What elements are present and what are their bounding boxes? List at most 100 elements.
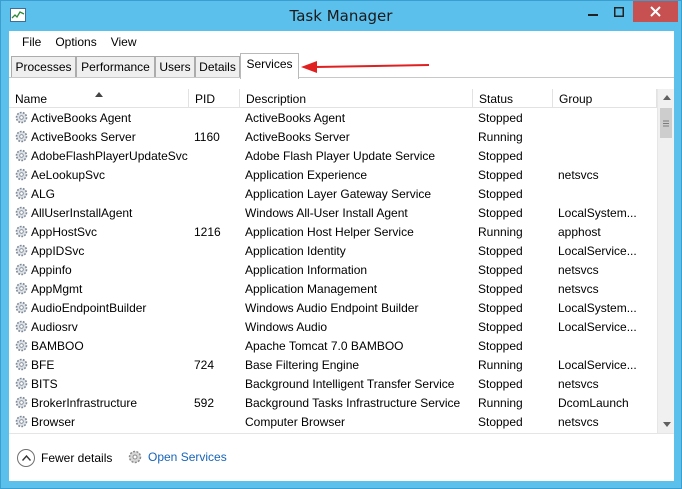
service-name: BAMBOO [31, 339, 84, 353]
table-row[interactable]: ActiveBooks Agent ActiveBooks Agent Stoppe… [9, 108, 657, 127]
service-description: Application Information [245, 263, 368, 277]
tab-processes[interactable]: Processes [11, 56, 76, 77]
service-pid [194, 317, 239, 336]
service-group [558, 336, 648, 355]
service-description: Base Filtering Engine [245, 358, 360, 372]
service-name: AdobeFlashPlayerUpdateSvc [31, 149, 188, 163]
table-row[interactable]: AeLookupSvc Application Experience Stopped… [9, 165, 657, 184]
service-name: AllUserInstallAgent [31, 206, 133, 220]
service-status: Stopped [478, 206, 523, 220]
service-group: LocalService... [558, 320, 637, 334]
column-pid[interactable]: PID [189, 89, 240, 108]
service-name: AppMgmt [31, 282, 83, 296]
service-pid: 1216 [194, 225, 221, 239]
service-group: LocalService... [558, 244, 637, 258]
scroll-down-icon [662, 422, 671, 427]
column-description-label: Description [246, 92, 307, 106]
service-status: Stopped [478, 301, 523, 315]
service-gear-icon [14, 338, 29, 353]
service-pid [194, 146, 239, 165]
open-services-label: Open Services [148, 450, 227, 464]
task-manager-window: Task Manager File Options View Processes… [0, 0, 682, 489]
service-description: Computer Browser [245, 415, 346, 429]
service-gear-icon [14, 186, 29, 201]
open-services-link[interactable]: Open Services [127, 449, 227, 465]
table-row[interactable]: AudioEndpointBuilder Windows Audio Endpoi… [9, 298, 657, 317]
minimize-button[interactable] [580, 1, 606, 22]
maximize-button[interactable] [606, 1, 632, 22]
menu-options[interactable]: Options [48, 35, 103, 49]
service-status: Running [478, 358, 523, 372]
service-pid: 592 [194, 396, 215, 410]
title-bar[interactable]: Task Manager [1, 1, 681, 30]
table-row[interactable]: Browser Computer Browser Stopped netsvcs [9, 412, 657, 431]
service-description: ActiveBooks Agent [245, 111, 346, 125]
table-row[interactable]: AppHostSvc 1216 Application Host Helper Se… [9, 222, 657, 241]
service-pid [194, 374, 239, 393]
service-gear-icon [14, 281, 29, 296]
service-group: netsvcs [558, 263, 599, 277]
table-row[interactable]: Audiosrv Windows Audio Stopped LocalService… [9, 317, 657, 336]
service-pid [194, 241, 239, 260]
service-status: Running [478, 396, 523, 410]
service-name: ActiveBooks Agent [31, 111, 132, 125]
service-gear-icon [14, 129, 29, 144]
scroll-down-button[interactable] [658, 416, 675, 433]
table-row[interactable]: BrokerInfrastructure 592 Background Tasks … [9, 393, 657, 412]
table-row[interactable]: BITS Background Intelligent Transfer Serv… [9, 374, 657, 393]
column-name-label: Name [15, 92, 48, 106]
table-row[interactable]: AppIDSvc Application Identity Stopped Local… [9, 241, 657, 260]
column-group[interactable]: Group [553, 89, 657, 108]
service-gear-icon [14, 395, 29, 410]
service-pid [194, 260, 239, 279]
service-name: AppIDSvc [31, 244, 85, 258]
column-description[interactable]: Description [240, 89, 473, 108]
table-row[interactable]: ALG Application Layer Gateway Service Stop… [9, 184, 657, 203]
service-group: LocalSystem... [558, 301, 637, 315]
service-gear-icon [14, 148, 29, 163]
service-group: netsvcs [558, 168, 599, 182]
service-pid [194, 184, 239, 203]
vertical-scrollbar[interactable] [657, 89, 674, 433]
column-status[interactable]: Status [473, 89, 553, 108]
service-name: ActiveBooks Server [31, 130, 136, 144]
service-status: Stopped [478, 149, 523, 163]
fewer-details-button[interactable]: Fewer details [17, 449, 112, 467]
service-gear-icon [14, 205, 29, 220]
menu-file[interactable]: File [15, 35, 48, 49]
tab-services[interactable]: Services [240, 53, 299, 79]
service-description: Background Tasks Infrastructure Service [245, 396, 461, 410]
menu-view[interactable]: View [104, 35, 144, 49]
table-row[interactable]: AdobeFlashPlayerUpdateSvc Adobe Flash Pla… [9, 146, 657, 165]
service-name: AppHostSvc [31, 225, 98, 239]
minimize-icon [588, 13, 598, 16]
close-button[interactable] [633, 1, 678, 22]
tab-details[interactable]: Details [195, 56, 240, 77]
tab-users[interactable]: Users [155, 56, 195, 77]
chevron-up-icon [17, 449, 35, 467]
table-row[interactable]: AllUserInstallAgent Windows All-User Inst… [9, 203, 657, 222]
footer-bar: Fewer details Open Services [9, 433, 674, 481]
table-row[interactable]: BAMBOO Apache Tomcat 7.0 BAMBOO Stopped [9, 336, 657, 355]
service-group: netsvcs [558, 282, 599, 296]
service-status: Stopped [478, 263, 523, 277]
scroll-up-button[interactable] [658, 89, 675, 106]
grip-icon [663, 120, 669, 126]
service-description: Application Identity [245, 244, 346, 258]
maximize-icon [614, 6, 624, 17]
service-pid [194, 279, 239, 298]
table-row[interactable]: AppMgmt Application Management Stopped nets… [9, 279, 657, 298]
scrollbar-thumb[interactable] [660, 108, 672, 138]
service-group: LocalService... [558, 358, 637, 372]
service-description: Application Layer Gateway Service [245, 187, 432, 201]
tab-performance[interactable]: Performance [76, 56, 155, 77]
table-row[interactable]: BFE 724 Base Filtering Engine Running LocalS… [9, 355, 657, 374]
service-group: apphost [558, 225, 601, 239]
table-row[interactable]: Appinfo Application Information Stopped net… [9, 260, 657, 279]
service-description: Windows Audio [245, 320, 328, 334]
service-group [558, 184, 648, 203]
table-row[interactable]: ActiveBooks Server 1160 ActiveBooks Server… [9, 127, 657, 146]
service-pid [194, 108, 239, 127]
service-name: Audiosrv [31, 320, 78, 334]
service-group: netsvcs [558, 377, 599, 391]
